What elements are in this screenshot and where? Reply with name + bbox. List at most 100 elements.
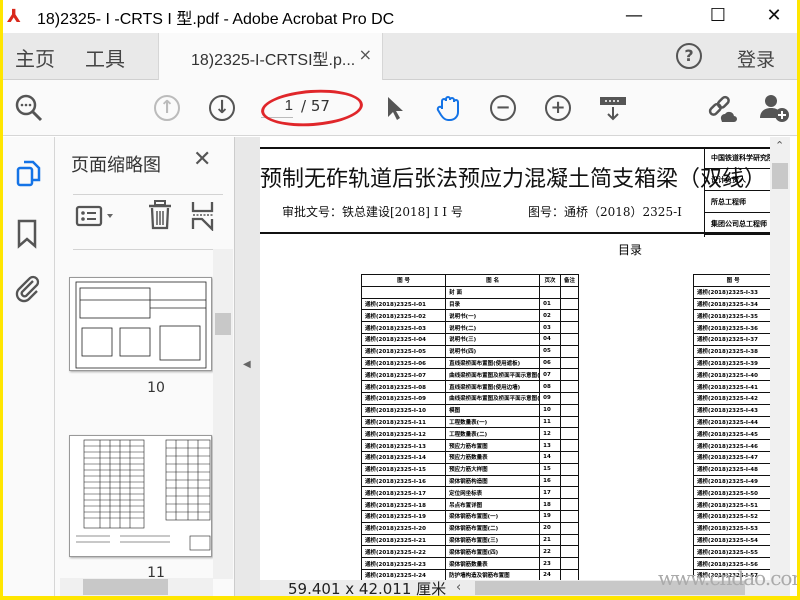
table-cell: 通桥(2018)2325-Ⅰ-20: [360, 521, 447, 535]
toolbar: ↑ ↓ / 57 − +: [3, 80, 797, 136]
scroll-thumb[interactable]: [83, 579, 168, 595]
table-cell: 通桥(2018)2325-Ⅰ-35: [692, 309, 770, 323]
table-cell: [559, 545, 580, 559]
zoom-in-icon[interactable]: +: [542, 92, 574, 124]
page-navigator: / 57: [259, 86, 365, 130]
table-row: 通桥(2018)2325-Ⅰ-10 模图 10: [360, 403, 580, 417]
table-cell: 吊点布置详图: [445, 498, 541, 511]
table-cell: 17: [539, 486, 561, 500]
scroll-thumb[interactable]: [772, 163, 788, 189]
thumbnail-page-10[interactable]: [69, 277, 212, 371]
document-vertical-scrollbar[interactable]: ⌃: [770, 137, 790, 580]
add-user-icon[interactable]: [759, 92, 791, 124]
acrobat-logo-icon: ⅄: [7, 5, 21, 27]
table-row: 通桥(2018)2325-Ⅰ-48GJ: [692, 462, 770, 476]
scroll-thumb[interactable]: [215, 313, 231, 335]
keyboard-icon[interactable]: [597, 92, 629, 124]
rule: [260, 232, 770, 234]
table-row: 通桥(2018)2325-Ⅰ-23 梁体钢筋数量表 23: [360, 557, 580, 570]
table-cell: 定位网坐标表: [445, 486, 541, 500]
table-cell: 通桥(2018)2325-Ⅰ-39: [692, 356, 770, 370]
title-bar: ⅄ 18)2325- I -CRTS I 型.pdf - Adobe Acrob…: [3, 0, 797, 33]
table-cell: 通桥(2018)2325-Ⅰ-40: [692, 368, 770, 382]
table-cell: 工程数量表(二): [445, 427, 541, 441]
table-cell: [559, 344, 580, 358]
table-cell: 19: [539, 509, 561, 523]
page-thumbnails-icon[interactable]: [15, 159, 41, 193]
stamp-cell: 集团公司总工程师: [705, 213, 770, 235]
page-down-icon[interactable]: ↓: [206, 92, 238, 124]
thumbnail-options-icon[interactable]: [75, 203, 117, 233]
table-cell: 通桥(2018)2325-Ⅰ-38: [692, 344, 770, 358]
login-button[interactable]: 登录: [737, 45, 775, 72]
table-row: 通桥(2018)2325-Ⅰ-11 工程数量表(一) 11: [360, 415, 580, 429]
panel-title: 页面缩略图: [71, 155, 161, 176]
table-cell: 模图: [445, 403, 541, 417]
table-cell: [360, 285, 447, 299]
table-cell: 通桥(2018)2325-Ⅰ-37: [692, 332, 770, 346]
table-cell: 通桥(2018)2325-Ⅰ-06: [360, 356, 447, 370]
stamp-cell: 中国铁道科学研究院集: [705, 147, 770, 169]
table-row: 通桥(2018)2325-Ⅰ-01 目录 01: [360, 297, 580, 311]
stamp-cell: 设计负责人: [705, 169, 770, 191]
table-row: 通桥(2018)2325-Ⅰ-16 梁体钢筋构造图 16: [360, 474, 580, 488]
attachment-icon[interactable]: [13, 273, 41, 307]
maximize-button[interactable]: ☐: [695, 0, 741, 33]
table-cell: 通桥(2018)2325-Ⅰ-16: [360, 474, 447, 488]
share-link-icon[interactable]: [705, 92, 737, 124]
table-row: 通桥(2018)2325-Ⅰ-22 梁体钢筋布置图(四) 22: [360, 545, 580, 559]
table-cell: 通桥(2018)2325-Ⅰ-34: [692, 297, 770, 311]
table-cell: 梁体钢筋布置图(二): [445, 521, 541, 535]
column-header: 图 号: [360, 274, 447, 287]
table-cell: 11: [539, 415, 561, 429]
close-button[interactable]: ✕: [751, 0, 797, 33]
table-row: 通桥(2018)2325-Ⅰ-53桥: [692, 521, 770, 535]
table-cell: 通桥(2018)2325-Ⅰ-24: [360, 568, 447, 580]
table-cell: 通桥(2018)2325-Ⅰ-07: [360, 368, 447, 382]
close-tab-icon[interactable]: ×: [359, 45, 372, 64]
search-icon[interactable]: [13, 92, 45, 124]
page-up-icon[interactable]: ↑: [151, 92, 183, 124]
zoom-out-icon[interactable]: −: [487, 92, 519, 124]
tab-document[interactable]: 18)2325-I-CRTSI型.p... ×: [158, 33, 383, 80]
column-header: 图 名: [445, 274, 541, 287]
close-panel-icon[interactable]: ✕: [193, 147, 211, 172]
thumbnail-vertical-scrollbar[interactable]: [213, 249, 233, 579]
table-cell: 通桥(2018)2325-Ⅰ-14: [360, 450, 447, 464]
table-cell: 08: [539, 380, 561, 393]
document-view[interactable]: 预制无砟轨道后张法预应力混凝土简支箱梁（双线） 审批文号：铁总建设[2018] …: [260, 137, 770, 580]
extract-page-icon[interactable]: [190, 199, 216, 235]
scroll-left-icon[interactable]: ‹: [456, 580, 461, 595]
table-cell: 07: [539, 368, 561, 382]
table-row: 通桥(2018)2325-Ⅰ-14 预应力筋数量表 14: [360, 450, 580, 464]
table-row: 通桥(2018)2325-Ⅰ-20 梁体钢筋布置图(二) 20: [360, 521, 580, 535]
thumbnail-horizontal-scrollbar[interactable]: [60, 578, 213, 596]
table-cell: 20: [539, 521, 561, 535]
scroll-up-icon[interactable]: ⌃: [775, 139, 784, 152]
table-cell: 通桥(2018)2325-Ⅰ-51: [692, 498, 770, 511]
select-arrow-icon[interactable]: [379, 92, 411, 124]
thumbnail-page-11[interactable]: [69, 435, 212, 557]
table-row: 通桥(2018)2325-Ⅰ-07曲线梁桥面布置图及桥面平面示意图(使用遮板)0…: [360, 368, 580, 382]
hand-icon[interactable]: [433, 92, 465, 124]
page-size: 59.401 x 42.011 厘米: [288, 580, 447, 596]
delete-page-icon[interactable]: [146, 199, 174, 235]
table-cell: [559, 439, 580, 452]
table-cell: [559, 462, 580, 476]
tab-tools[interactable]: 工具: [85, 43, 125, 72]
thumbnail-panel: 页面缩略图 ✕ 10 11: [55, 137, 235, 596]
help-icon[interactable]: ?: [676, 43, 702, 69]
collapse-panel-arrow-icon[interactable]: ◀: [243, 359, 251, 370]
table-cell: 曲线梁桥面布置图及桥面平面示意图(使用遮板): [445, 368, 541, 382]
tab-bar: 主页 工具 18)2325-I-CRTSI型.p... × ? 登录: [3, 33, 797, 80]
column-header: 备注: [559, 274, 580, 287]
table-cell: 通桥(2018)2325-Ⅰ-46: [692, 439, 770, 452]
table-cell: 04: [539, 332, 561, 346]
minimize-button[interactable]: —: [611, 0, 657, 33]
bookmark-icon[interactable]: [16, 219, 38, 253]
tab-home[interactable]: 主页: [15, 43, 55, 72]
table-cell: 通桥(2018)2325-Ⅰ-11: [360, 415, 447, 429]
toc-table-right: 图 号通桥(2018)2325-Ⅰ-33桥通桥(2018)2325-Ⅰ-34声通…: [692, 274, 770, 580]
approval-number: 审批文号：铁总建设[2018] I I 号: [282, 205, 463, 219]
table-cell: [559, 356, 580, 370]
